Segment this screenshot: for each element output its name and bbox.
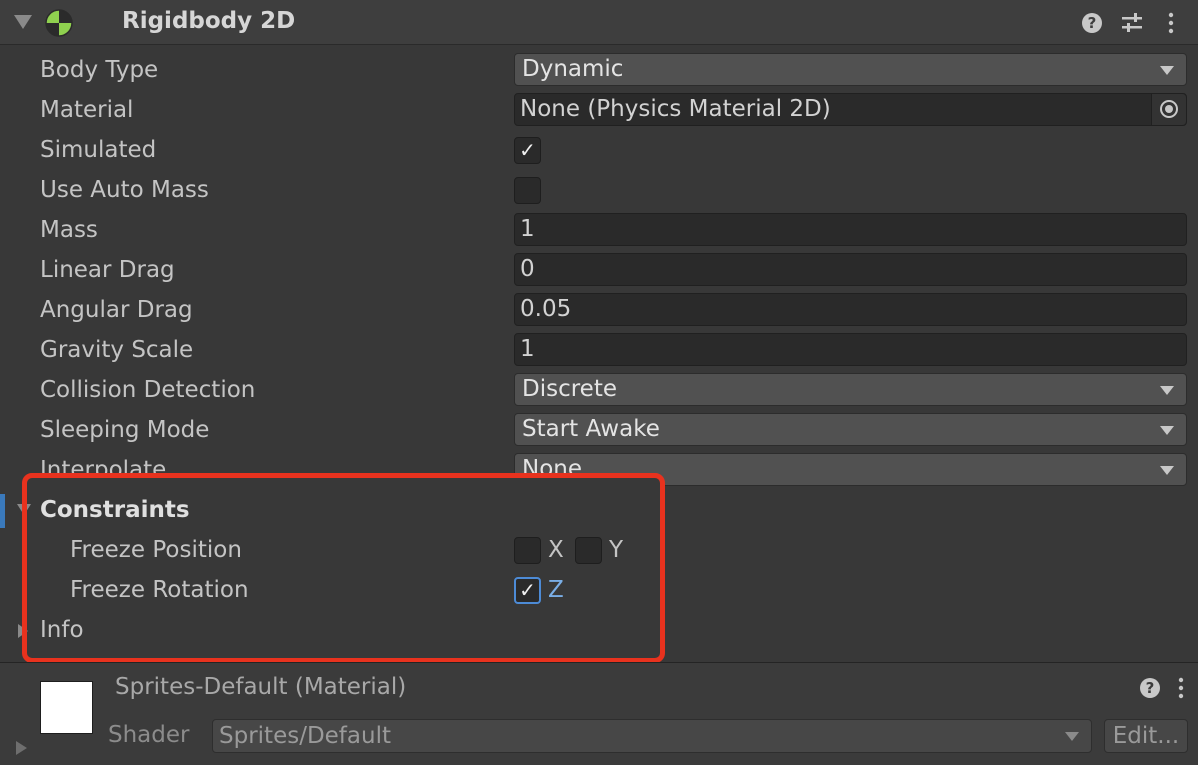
material-preview-swatch xyxy=(40,681,93,734)
angular-drag-input[interactable]: 0.05 xyxy=(514,293,1187,326)
edit-shader-button[interactable]: Edit... xyxy=(1104,719,1188,753)
gravity-scale-input[interactable]: 1 xyxy=(514,333,1187,366)
sleeping-mode-dropdown[interactable]: Start Awake xyxy=(514,413,1187,446)
simulated-label: Simulated xyxy=(40,137,157,163)
foldout-arrow-icon[interactable] xyxy=(14,15,32,29)
linear-drag-label: Linear Drag xyxy=(40,257,175,283)
body-type-value: Dynamic xyxy=(522,56,624,82)
use-auto-mass-checkbox[interactable] xyxy=(514,177,541,204)
material-label: Material xyxy=(40,97,134,123)
use-auto-mass-label: Use Auto Mass xyxy=(40,177,209,203)
dropdown-arrow-icon xyxy=(1065,732,1079,741)
kebab-menu-icon[interactable] xyxy=(1174,676,1188,700)
checkmark-icon: ✓ xyxy=(519,138,536,162)
angular-drag-label: Angular Drag xyxy=(40,297,193,323)
shader-value: Sprites/Default xyxy=(219,723,391,749)
body-type-dropdown[interactable]: Dynamic xyxy=(514,53,1187,86)
collision-detection-dropdown[interactable]: Discrete xyxy=(514,373,1187,406)
material-name: Sprites-Default (Material) xyxy=(115,674,407,700)
sleeping-mode-label: Sleeping Mode xyxy=(40,417,210,443)
svg-text:?: ? xyxy=(1088,14,1097,32)
object-picker-icon[interactable] xyxy=(1151,94,1186,125)
selection-indicator xyxy=(0,494,5,528)
simulated-checkbox[interactable]: ✓ xyxy=(514,137,541,164)
collision-detection-label: Collision Detection xyxy=(40,377,256,403)
help-icon[interactable]: ? xyxy=(1139,677,1161,699)
dropdown-arrow-icon xyxy=(1160,66,1174,75)
component-title: Rigidbody 2D xyxy=(122,8,296,34)
highlight-box xyxy=(22,473,665,663)
shader-label: Shader xyxy=(108,722,190,748)
dropdown-arrow-icon xyxy=(1160,386,1174,395)
dropdown-arrow-icon xyxy=(1160,466,1174,475)
material-foldout-icon[interactable] xyxy=(16,741,27,755)
linear-drag-input[interactable]: 0 xyxy=(514,253,1187,286)
presets-icon[interactable] xyxy=(1120,11,1144,35)
gravity-scale-label: Gravity Scale xyxy=(40,337,194,363)
kebab-menu-icon[interactable] xyxy=(1164,11,1178,35)
material-value: None (Physics Material 2D) xyxy=(520,96,831,122)
sleeping-mode-value: Start Awake xyxy=(522,416,660,442)
body-type-label: Body Type xyxy=(40,57,159,83)
material-field[interactable]: None (Physics Material 2D) xyxy=(514,93,1187,126)
collision-detection-value: Discrete xyxy=(522,376,617,402)
rigidbody-2d-icon xyxy=(45,9,73,37)
dropdown-arrow-icon xyxy=(1160,426,1174,435)
svg-text:?: ? xyxy=(1146,679,1155,697)
shader-dropdown[interactable]: Sprites/Default xyxy=(212,719,1092,753)
help-icon[interactable]: ? xyxy=(1081,12,1103,34)
mass-input[interactable]: 1 xyxy=(514,213,1187,246)
mass-label: Mass xyxy=(40,217,98,243)
